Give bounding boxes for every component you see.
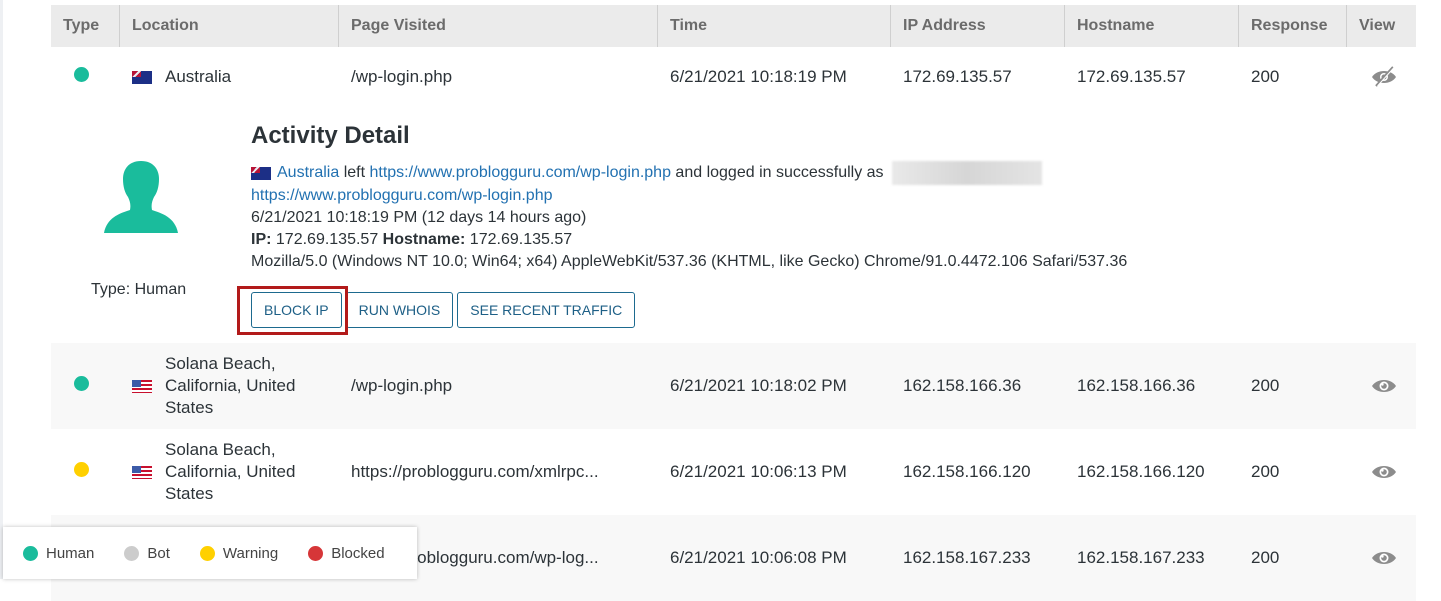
table-row[interactable]: Solana Beach, California, United States … [51,343,1416,429]
ip-address: 172.69.135.57 [891,67,1065,87]
ip-address: 162.158.166.36 [891,376,1065,396]
header-ip-address[interactable]: IP Address [891,5,1065,47]
eye-icon[interactable] [1369,461,1399,483]
legend-human: Human [23,545,94,562]
legend-blocked: Blocked [308,545,384,562]
header-location[interactable]: Location [120,5,339,47]
activity-timestamp: 6/21/2021 10:18:19 PM (12 days 14 hours … [251,207,1127,229]
page-visited: https://problogguru.com/xmlrpc... [339,462,658,482]
hostname: 162.158.167.233 [1065,548,1239,568]
page-visited: /wp-login.php [339,67,658,87]
legend-bot: Bot [124,545,170,562]
country-link[interactable]: Australia [277,164,339,181]
visitor-type-label: Type: Human [91,281,186,299]
activity-summary-line: Australia left https://www.problogguru.c… [251,161,1127,185]
page-visited: /wp-login.php [339,376,658,396]
australia-flag-icon [132,71,152,84]
detail-ip: 172.69.135.57 [271,231,382,248]
response-code: 200 [1239,67,1347,87]
type-human-dot [74,67,89,82]
time: 6/21/2021 10:18:19 PM [658,67,891,87]
time: 6/21/2021 10:06:13 PM [658,462,891,482]
usa-flag-icon [132,466,152,479]
header-response[interactable]: Response [1239,5,1347,47]
eye-icon[interactable] [1369,547,1399,569]
run-whois-button[interactable]: RUN WHOIS [346,292,454,328]
warning-dot-icon [200,546,215,561]
location-text: Solana Beach, California, United States [165,439,315,505]
response-code: 200 [1239,376,1347,396]
hostname: 172.69.135.57 [1065,67,1239,87]
type-legend: Human Bot Warning Blocked [3,527,417,579]
header-type[interactable]: Type [51,5,120,47]
legend-warning: Warning [200,545,278,562]
activity-detail-title: Activity Detail [251,125,1127,147]
detail-hostname: 172.69.135.57 [465,231,572,248]
ip-address: 162.158.167.233 [891,548,1065,568]
header-page-visited[interactable]: Page Visited [339,5,658,47]
human-dot-icon [23,546,38,561]
table-row[interactable]: Australia /wp-login.php 6/21/2021 10:18:… [51,47,1416,107]
see-recent-traffic-button[interactable]: SEE RECENT TRAFFIC [457,292,635,328]
location-text: Solana Beach, California, United States [165,353,315,419]
response-code: 200 [1239,548,1347,568]
block-ip-button[interactable]: BLOCK IP [251,292,342,328]
bot-dot-icon [124,546,139,561]
visited-url-link[interactable]: https://www.problogguru.com/wp-login.php [369,164,671,181]
eye-slash-icon[interactable] [1369,66,1399,88]
hostname: 162.158.166.120 [1065,462,1239,482]
header-time[interactable]: Time [658,5,891,47]
table-row[interactable]: Solana Beach, California, United States … [51,429,1416,515]
type-warning-dot [74,462,89,477]
user-agent: Mozilla/5.0 (Windows NT 10.0; Win64; x64… [251,251,1127,273]
hostname: 162.158.166.36 [1065,376,1239,396]
page-left-border [0,0,3,579]
time: 6/21/2021 10:18:02 PM [658,376,891,396]
time: 6/21/2021 10:06:08 PM [658,548,891,568]
human-avatar-icon [101,155,181,240]
live-traffic-table: Type Location Page Visited Time IP Addre… [51,5,1416,107]
usa-flag-icon [132,380,152,393]
response-code: 200 [1239,462,1347,482]
referrer-url-link[interactable]: https://www.problogguru.com/wp-login.php [251,187,553,204]
blocked-dot-icon [308,546,323,561]
activity-detail-panel: Type: Human Activity Detail Australia le… [51,107,1416,343]
eye-icon[interactable] [1369,375,1399,397]
detail-actions: BLOCK IP RUN WHOIS SEE RECENT TRAFFIC [251,292,635,328]
australia-flag-icon [251,167,271,180]
redacted-username [892,161,1042,185]
location-text: Australia [165,66,231,88]
header-hostname[interactable]: Hostname [1065,5,1239,47]
ip-address: 162.158.166.120 [891,462,1065,482]
type-human-dot [74,376,89,391]
header-view: View [1347,5,1416,47]
table-header: Type Location Page Visited Time IP Addre… [51,5,1416,47]
ip-hostname-line: IP: 172.69.135.57 Hostname: 172.69.135.5… [251,229,1127,251]
